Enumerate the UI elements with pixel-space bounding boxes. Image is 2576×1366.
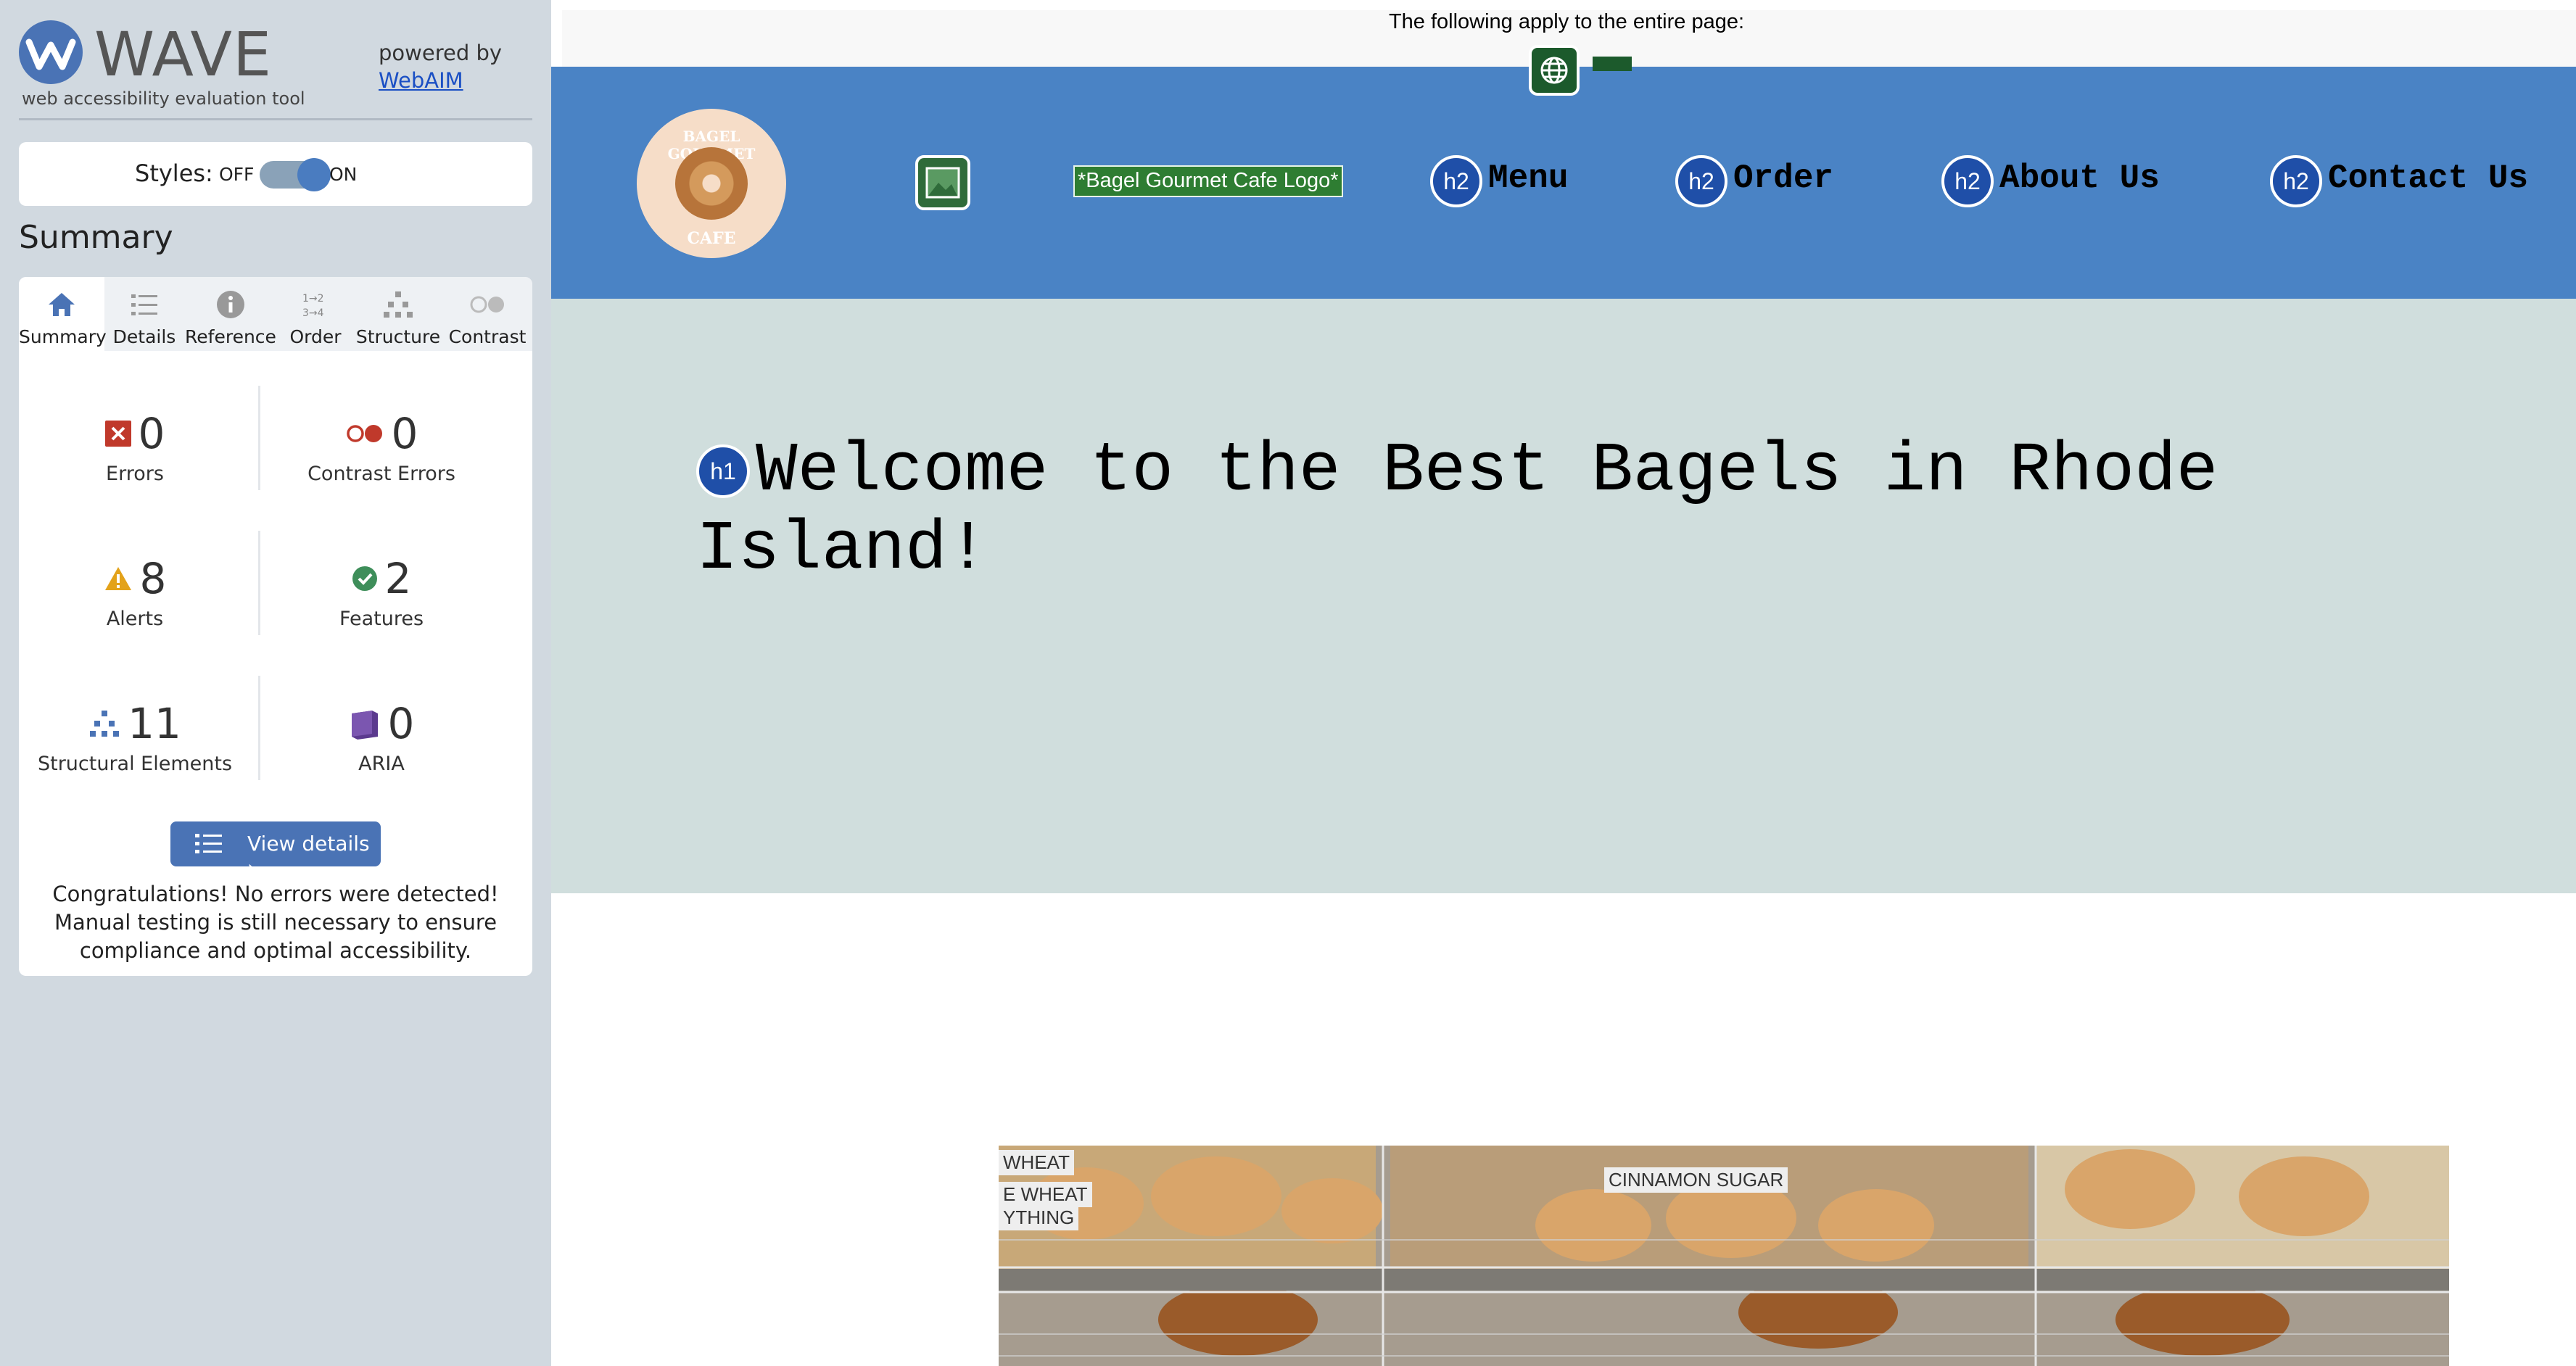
h1-icon[interactable]: h1 bbox=[696, 444, 750, 498]
language-tag bbox=[1593, 57, 1632, 71]
photo-sign: CINNAMON SUGAR bbox=[1604, 1167, 1788, 1193]
bagel-icon bbox=[675, 147, 748, 220]
stat-contrast-errors[interactable]: 0 Contrast Errors bbox=[265, 409, 498, 485]
feature-icon bbox=[352, 566, 377, 591]
summary-panel: Summary Details Reference 1→2 3→4 Order S… bbox=[19, 277, 532, 976]
image-alt-feature-icon[interactable] bbox=[915, 155, 970, 210]
stat-alerts[interactable]: 8 Alerts bbox=[19, 554, 251, 630]
divider bbox=[258, 386, 260, 490]
photo-sign: YTHING bbox=[999, 1205, 1079, 1230]
contrast-errors-label: Contrast Errors bbox=[307, 463, 455, 485]
stat-structural[interactable]: 11 Structural Elements bbox=[19, 699, 251, 775]
globe-icon bbox=[1540, 57, 1568, 84]
summary-heading: Summary bbox=[19, 219, 173, 256]
features-count: 2 bbox=[384, 554, 412, 603]
powered-by: powered by WebAIM bbox=[379, 39, 502, 94]
divider bbox=[258, 676, 260, 780]
stat-errors[interactable]: 0 Errors bbox=[19, 409, 251, 485]
nav-menu[interactable]: Menu bbox=[1488, 160, 1568, 197]
features-label: Features bbox=[339, 608, 424, 630]
tab-label: Order bbox=[289, 326, 342, 347]
tab-details[interactable]: Details bbox=[104, 277, 184, 351]
nav-order[interactable]: Order bbox=[1733, 160, 1833, 197]
alerts-count: 8 bbox=[139, 554, 167, 603]
toggle-knob[interactable] bbox=[297, 158, 331, 191]
list-icon bbox=[131, 294, 157, 315]
contrast-error-icon bbox=[346, 425, 382, 442]
wave-title: WAVE bbox=[94, 19, 273, 90]
stat-features[interactable]: 2 Features bbox=[265, 554, 498, 630]
aria-count: 0 bbox=[387, 699, 415, 748]
styles-toggle[interactable] bbox=[260, 158, 331, 191]
divider bbox=[19, 118, 532, 120]
styles-on-label: ON bbox=[329, 164, 358, 185]
wave-logo-icon bbox=[19, 20, 83, 84]
h2-icon[interactable]: h2 bbox=[2270, 155, 2322, 207]
wave-sidebar: WAVE web accessibility evaluation tool p… bbox=[0, 0, 551, 1366]
page-heading: h1 Welcome to the Best Bagels in Rhode Is… bbox=[696, 432, 2292, 589]
styles-toggle-box: Styles: OFF ON bbox=[19, 142, 532, 206]
errors-count: 0 bbox=[138, 409, 165, 458]
contrast-icon bbox=[470, 296, 504, 313]
h2-icon[interactable]: h2 bbox=[1430, 155, 1482, 207]
styles-label: Styles: bbox=[135, 160, 213, 187]
photo-sign: WHEAT bbox=[999, 1150, 1074, 1175]
svg-text:1→2: 1→2 bbox=[302, 293, 324, 305]
aria-icon bbox=[351, 711, 378, 740]
powered-by-label: powered by bbox=[379, 41, 503, 65]
bagel-photo: WHEAT E WHEAT YTHING CINNAMON SUGAR bbox=[999, 1146, 2449, 1366]
tab-structure[interactable]: Structure bbox=[354, 277, 442, 351]
tab-summary[interactable]: Summary bbox=[19, 277, 107, 351]
logo-alt-text: *Bagel Gourmet Cafe Logo* bbox=[1073, 165, 1343, 197]
tab-contrast[interactable]: Contrast bbox=[442, 277, 532, 351]
error-icon bbox=[104, 421, 131, 447]
language-feature-icon[interactable] bbox=[1529, 45, 1580, 96]
page-heading-text: Welcome to the Best Bagels in Rhode Isla… bbox=[696, 431, 2218, 589]
home-icon bbox=[49, 293, 75, 316]
h2-icon[interactable]: h2 bbox=[1941, 155, 1994, 207]
list-icon bbox=[195, 834, 222, 853]
tab-label: Summary bbox=[19, 326, 107, 347]
aria-label: ARIA bbox=[358, 753, 405, 775]
wave-tagline: web accessibility evaluation tool bbox=[22, 88, 305, 109]
alert-icon bbox=[104, 567, 131, 590]
nav-about-us[interactable]: About Us bbox=[1999, 160, 2160, 197]
image-icon bbox=[925, 167, 960, 199]
tab-label: Structure bbox=[355, 326, 441, 347]
styles-off-label: OFF bbox=[219, 164, 255, 185]
evaluated-page: The following apply to the entire page: … bbox=[551, 0, 2576, 1366]
tab-label: Details bbox=[112, 326, 176, 347]
view-details-label: View details › bbox=[247, 832, 370, 879]
structural-count: 11 bbox=[128, 699, 181, 748]
divider bbox=[258, 531, 260, 635]
structural-label: Structural Elements bbox=[37, 753, 233, 775]
site-header: BAGEL GOURMET CAFE *Bagel Gourmet Cafe L… bbox=[551, 67, 2576, 299]
contrast-errors-count: 0 bbox=[391, 409, 418, 458]
order-icon: 1→23→4 bbox=[302, 293, 324, 319]
tab-bar: Summary Details Reference 1→2 3→4 Order S… bbox=[19, 277, 532, 351]
stat-aria[interactable]: 0 ARIA bbox=[265, 699, 498, 775]
nav-contact-us[interactable]: Contact Us bbox=[2328, 160, 2528, 197]
tab-reference[interactable]: Reference bbox=[184, 277, 277, 351]
tab-label: Contrast bbox=[448, 326, 527, 347]
logo-text-bottom: CAFE bbox=[687, 229, 736, 248]
view-details-button[interactable]: View details › bbox=[170, 821, 381, 879]
hero-section: h1 Welcome to the Best Bagels in Rhode Is… bbox=[551, 299, 2576, 893]
photo-sign: E WHEAT bbox=[999, 1182, 1092, 1207]
site-logo[interactable]: BAGEL GOURMET CAFE bbox=[637, 109, 786, 258]
svg-text:3→4: 3→4 bbox=[302, 307, 324, 319]
tab-label: Reference bbox=[185, 326, 276, 347]
tab-order[interactable]: 1→2 3→4 Order bbox=[277, 277, 354, 351]
h2-icon[interactable]: h2 bbox=[1675, 155, 1727, 207]
alerts-label: Alerts bbox=[106, 608, 164, 630]
errors-label: Errors bbox=[106, 463, 164, 485]
page-notice-text: The following apply to the entire page: bbox=[1388, 10, 1745, 33]
structure-icon bbox=[384, 291, 413, 318]
info-icon bbox=[217, 291, 244, 318]
congrats-message: Congratulations! No errors were detected… bbox=[52, 882, 499, 963]
webaim-link[interactable]: WebAIM bbox=[379, 68, 463, 93]
structure-icon bbox=[90, 711, 120, 737]
